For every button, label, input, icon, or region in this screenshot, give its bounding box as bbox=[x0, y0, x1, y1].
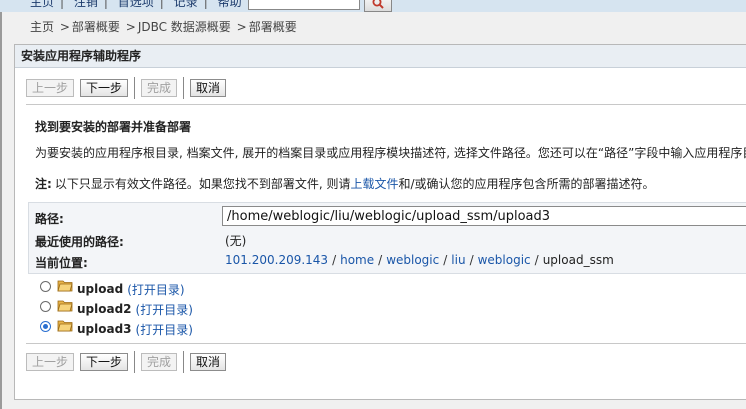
nav-preferences-link[interactable]: 首选项 bbox=[118, 0, 154, 9]
location-link-host[interactable]: 101.200.209.143 bbox=[225, 253, 328, 267]
breadcrumb-separator: > bbox=[125, 20, 136, 34]
nav-separator: | bbox=[159, 0, 164, 9]
location-link-weblogic-2[interactable]: weblogic bbox=[478, 253, 531, 267]
breadcrumb-separator: > bbox=[236, 20, 247, 34]
file-radio-upload[interactable] bbox=[40, 280, 51, 292]
upload-file-link[interactable]: 上载文件 bbox=[350, 177, 398, 191]
location-separator: / bbox=[534, 253, 539, 267]
button-divider bbox=[183, 351, 185, 373]
note-text: 以下只显示有效文件路径。如果您找不到部署文件, 则请 bbox=[54, 177, 351, 191]
section-note: 注: 以下只显示有效文件路径。如果您找不到部署文件, 则请上载文件和/或确认您的应… bbox=[35, 175, 655, 192]
file-list: upload (打开目录) upload2 (打开目录) upload3 (打开… bbox=[40, 279, 193, 339]
search-button[interactable] bbox=[364, 0, 392, 12]
nav-logout-link[interactable]: 注销 bbox=[74, 0, 98, 9]
breadcrumb-item-deployments[interactable]: 部署概要 bbox=[72, 20, 120, 34]
button-divider bbox=[134, 77, 136, 99]
section-description: 为要安装的应用程序根目录, 档案文件, 展开的档案目录或应用程序模块描述符, 选… bbox=[35, 146, 746, 160]
folder-icon bbox=[57, 300, 73, 312]
note-text-end: 和/或确认您的应用程序包含所需的部署描述符。 bbox=[398, 177, 655, 191]
search-icon bbox=[372, 0, 384, 9]
location-current: upload_ssm bbox=[542, 253, 614, 267]
next-button-bottom[interactable]: 下一步 bbox=[80, 353, 129, 371]
path-box: 路径: 最近使用的路径: (无) 当前位置: 101.200.209.143/h… bbox=[28, 202, 746, 274]
bottom-button-row: 上一步 下一步 完成 取消 bbox=[26, 351, 232, 373]
note-label: 注: bbox=[35, 177, 52, 191]
breadcrumb-item-current: 部署概要 bbox=[248, 20, 297, 34]
file-row: upload3 (打开目录) bbox=[40, 319, 193, 339]
top-header: 主页 | 注销 | 首选项 | 记录 | 帮助 bbox=[0, 0, 746, 12]
nav-separator: | bbox=[60, 0, 65, 9]
button-divider bbox=[134, 351, 136, 373]
button-divider bbox=[183, 77, 185, 99]
left-border bbox=[0, 12, 2, 409]
top-button-row: 上一步 下一步 完成 取消 bbox=[26, 77, 232, 99]
location-separator: / bbox=[469, 253, 474, 267]
breadcrumb-separator: > bbox=[59, 20, 70, 34]
file-name: upload3 bbox=[77, 322, 132, 336]
next-button[interactable]: 下一步 bbox=[80, 79, 129, 97]
recent-path-value: (无) bbox=[225, 234, 247, 248]
panel-title: 安装应用程序辅助程序 bbox=[15, 45, 746, 68]
file-row: upload (打开目录) bbox=[40, 279, 193, 299]
path-label: 路径: bbox=[35, 212, 64, 226]
nav-separator: | bbox=[103, 0, 108, 9]
file-radio-upload3[interactable] bbox=[40, 320, 51, 332]
location-separator: / bbox=[332, 253, 337, 267]
current-location: 101.200.209.143/home / weblogic / liu / weblog… bbox=[225, 253, 614, 267]
location-link-weblogic[interactable]: weblogic bbox=[386, 253, 439, 267]
location-link-home[interactable]: home bbox=[340, 253, 374, 267]
path-input[interactable] bbox=[222, 206, 746, 226]
location-separator: / bbox=[378, 253, 383, 267]
nav-record-link[interactable]: 记录 bbox=[174, 0, 198, 9]
divider bbox=[26, 343, 746, 344]
search-input[interactable] bbox=[248, 0, 360, 10]
open-directory-link[interactable]: (打开目录) bbox=[136, 321, 193, 338]
top-nav: 主页 | 注销 | 首选项 | 记录 | 帮助 bbox=[30, 0, 248, 10]
folder-icon bbox=[57, 280, 73, 292]
breadcrumb-item-jdbc[interactable]: JDBC 数据源概要 bbox=[138, 20, 231, 34]
folder-icon bbox=[57, 320, 73, 332]
file-name: upload2 bbox=[77, 302, 132, 316]
open-directory-link[interactable]: (打开目录) bbox=[127, 281, 184, 298]
back-button-bottom[interactable]: 上一步 bbox=[26, 353, 75, 371]
divider bbox=[26, 104, 746, 105]
file-name: upload bbox=[77, 282, 124, 296]
current-location-label: 当前位置: bbox=[35, 256, 88, 270]
finish-button[interactable]: 完成 bbox=[141, 79, 178, 97]
nav-separator: | bbox=[203, 0, 208, 9]
finish-button-bottom[interactable]: 完成 bbox=[141, 353, 178, 371]
file-row: upload2 (打开目录) bbox=[40, 299, 193, 319]
nav-help-link[interactable]: 帮助 bbox=[218, 0, 242, 9]
open-directory-link[interactable]: (打开目录) bbox=[136, 301, 193, 318]
breadcrumb-item-home[interactable]: 主页 bbox=[30, 20, 54, 34]
location-separator: / bbox=[443, 253, 448, 267]
cancel-button[interactable]: 取消 bbox=[190, 79, 227, 97]
location-link-liu[interactable]: liu bbox=[451, 253, 465, 267]
install-assistant-panel: 安装应用程序辅助程序 上一步 下一步 完成 取消 找到要安装的部署并准备部署 为… bbox=[14, 44, 746, 400]
back-button[interactable]: 上一步 bbox=[26, 79, 75, 97]
cancel-button-bottom[interactable]: 取消 bbox=[190, 353, 227, 371]
nav-home-link[interactable]: 主页 bbox=[30, 0, 54, 9]
breadcrumb: 主页 > 部署概要 > JDBC 数据源概要 > 部署概要 bbox=[30, 18, 297, 35]
section-title: 找到要安装的部署并准备部署 bbox=[35, 120, 192, 134]
file-radio-upload2[interactable] bbox=[40, 300, 51, 312]
recent-path-label: 最近使用的路径: bbox=[35, 235, 124, 249]
